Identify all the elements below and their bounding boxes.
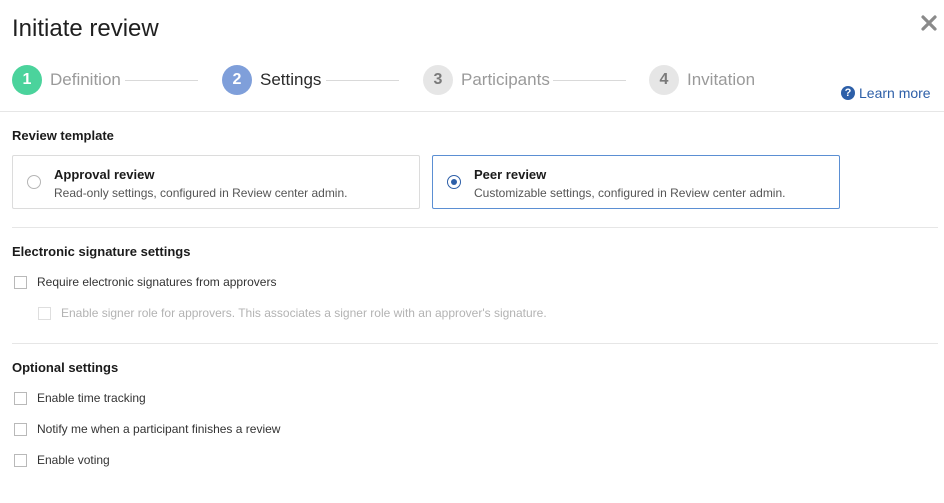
- step-participants[interactable]: 3 Participants: [423, 64, 550, 96]
- notify-participant-checkbox[interactable]: Notify me when a participant finishes a …: [14, 422, 280, 436]
- step-label: Participants: [461, 70, 550, 89]
- checkbox-label: Require electronic signatures from appro…: [37, 275, 277, 289]
- radio-button[interactable]: [27, 175, 41, 189]
- voting-checkbox[interactable]: Enable voting: [14, 453, 110, 467]
- step-number: 3: [423, 65, 453, 95]
- optional-settings-heading: Optional settings: [12, 360, 119, 375]
- step-number: 4: [649, 65, 679, 95]
- checkbox-box[interactable]: [14, 453, 27, 467]
- radio-button[interactable]: [447, 175, 461, 189]
- learn-more-link[interactable]: ? Learn more: [841, 85, 931, 101]
- time-tracking-checkbox[interactable]: Enable time tracking: [14, 391, 146, 405]
- learn-more-label: Learn more: [859, 85, 931, 101]
- section-divider: [12, 227, 938, 228]
- step-invitation[interactable]: 4 Invitation: [649, 64, 755, 96]
- step-connector: [125, 80, 198, 81]
- step-label: Definition: [50, 70, 121, 89]
- review-template-heading: Review template: [12, 128, 114, 143]
- option-title: Peer review: [474, 167, 547, 182]
- checkbox-box[interactable]: [38, 306, 51, 320]
- checkbox-label: Enable time tracking: [37, 391, 146, 405]
- page-title: Initiate review: [12, 15, 159, 42]
- help-icon: ?: [841, 86, 855, 100]
- option-description: Read-only settings, configured in Review…: [54, 186, 348, 200]
- step-label: Settings: [260, 70, 322, 89]
- close-icon: [921, 15, 937, 31]
- esignature-heading: Electronic signature settings: [12, 244, 191, 259]
- option-title: Approval review: [54, 167, 155, 182]
- header-divider: [0, 111, 944, 112]
- option-description: Customizable settings, configured in Rev…: [474, 186, 786, 200]
- close-button[interactable]: [917, 11, 941, 35]
- checkbox-label: Enable voting: [37, 453, 110, 467]
- step-number: 1: [12, 65, 42, 95]
- step-label: Invitation: [687, 70, 756, 89]
- require-esignature-checkbox[interactable]: Require electronic signatures from appro…: [14, 275, 276, 289]
- checkbox-box[interactable]: [14, 422, 27, 436]
- step-progress: 1 Definition 2 Settings 3 Participants 4…: [12, 64, 812, 96]
- peer-review-option[interactable]: Peer review Customizable settings, confi…: [432, 155, 840, 209]
- checkbox-label: Notify me when a participant finishes a …: [37, 422, 281, 436]
- checkbox-box[interactable]: [14, 391, 27, 405]
- section-divider: [12, 343, 938, 344]
- approval-review-option[interactable]: Approval review Read-only settings, conf…: [12, 155, 420, 209]
- checkbox-label: Enable signer role for approvers. This a…: [61, 306, 547, 320]
- step-number: 2: [222, 65, 252, 95]
- checkbox-box[interactable]: [14, 275, 27, 289]
- step-connector: [326, 80, 399, 81]
- signer-role-checkbox[interactable]: Enable signer role for approvers. This a…: [38, 306, 547, 320]
- step-definition[interactable]: 1 Definition: [12, 64, 121, 96]
- step-settings[interactable]: 2 Settings: [222, 64, 321, 96]
- step-connector: [553, 80, 626, 81]
